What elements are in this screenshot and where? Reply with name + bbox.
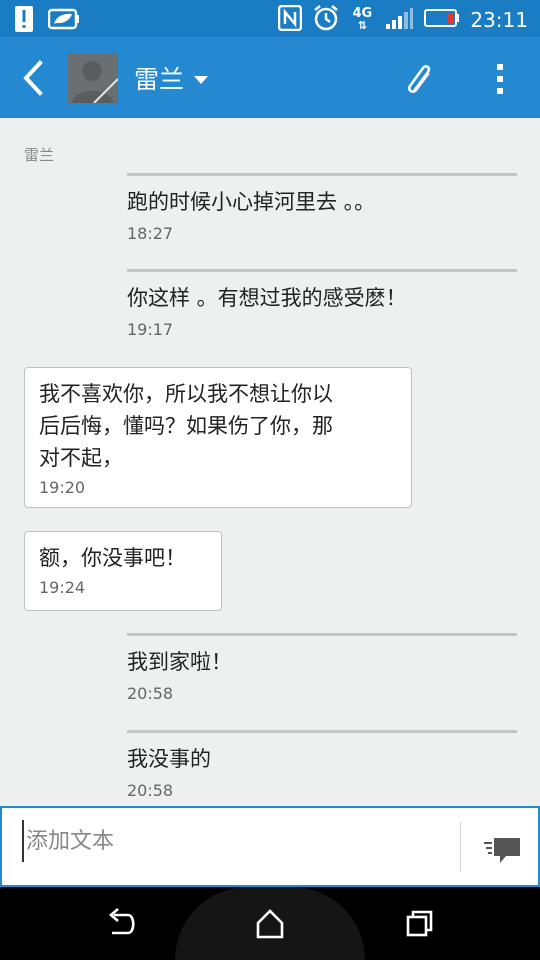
nfc-icon [278, 4, 303, 35]
network-type: 4G ⇅ [352, 6, 373, 32]
message-text: 跑的时候小心掉河里去 。。 [127, 190, 376, 214]
battery-icon [424, 8, 460, 32]
incoming-message[interactable]: 额，你没事吧！ 19:24 [24, 531, 222, 611]
composer [0, 806, 540, 887]
contact-name[interactable]: 雷兰 [134, 60, 184, 96]
message-time: 20:58 [127, 684, 174, 703]
send-icon[interactable] [482, 834, 522, 868]
status-bar: 4G ⇅ 23:11 [0, 0, 540, 37]
outgoing-message[interactable]: 你这样 。有想过我的感受麽！ 19:17 [127, 269, 517, 339]
navigation-bar [0, 887, 540, 960]
message-time: 19:17 [127, 320, 174, 339]
outgoing-message[interactable]: 跑的时候小心掉河里去 。。 18:27 [127, 173, 517, 243]
message-text-line: 对不起， [39, 446, 123, 470]
message-text: 我没事的 [127, 747, 211, 771]
outgoing-message[interactable]: 我到家啦！ 20:58 [127, 633, 517, 703]
message-text-line: 我不喜欢你，所以我不想让你以 [39, 382, 333, 406]
alert-icon [14, 5, 34, 37]
message-text-line: 后后悔，懂吗？如果伤了你，那 [39, 414, 333, 438]
composer-divider [460, 822, 461, 872]
conversation-header: 雷兰 [0, 37, 540, 118]
sender-label: 雷兰 [24, 146, 55, 164]
message-time: 18:27 [127, 224, 174, 243]
back-arrow-icon[interactable] [18, 59, 50, 97]
outgoing-message[interactable]: 我没事的 20:58 [127, 730, 517, 800]
clock: 23:11 [470, 8, 528, 32]
message-text: 你这样 。有想过我的感受麽！ [127, 286, 407, 310]
message-text: 我到家啦！ [127, 650, 232, 674]
avatar[interactable] [68, 53, 118, 103]
message-time: 20:58 [127, 781, 174, 800]
back-nav-icon[interactable] [102, 907, 142, 941]
home-nav-icon[interactable] [250, 907, 290, 941]
paperclip-icon[interactable] [404, 61, 436, 97]
battery-saver-icon [47, 8, 80, 34]
recents-nav-icon[interactable] [400, 907, 440, 941]
dropdown-caret-icon[interactable] [194, 76, 208, 84]
alarm-icon [312, 4, 340, 36]
signal-icon [384, 6, 414, 34]
message-text-line: 额，你没事吧！ [39, 546, 186, 570]
message-thread[interactable]: 雷兰 跑的时候小心掉河里去 。。 18:27 你这样 。有想过我的感受麽！ 19… [0, 118, 540, 806]
incoming-message[interactable]: 我不喜欢你，所以我不想让你以 后后悔，懂吗？如果伤了你，那 对不起， 19:20 [24, 367, 412, 508]
message-input[interactable] [22, 820, 448, 862]
message-time: 19:24 [39, 578, 86, 597]
message-time: 19:20 [39, 478, 86, 497]
more-vert-icon[interactable] [494, 61, 506, 97]
